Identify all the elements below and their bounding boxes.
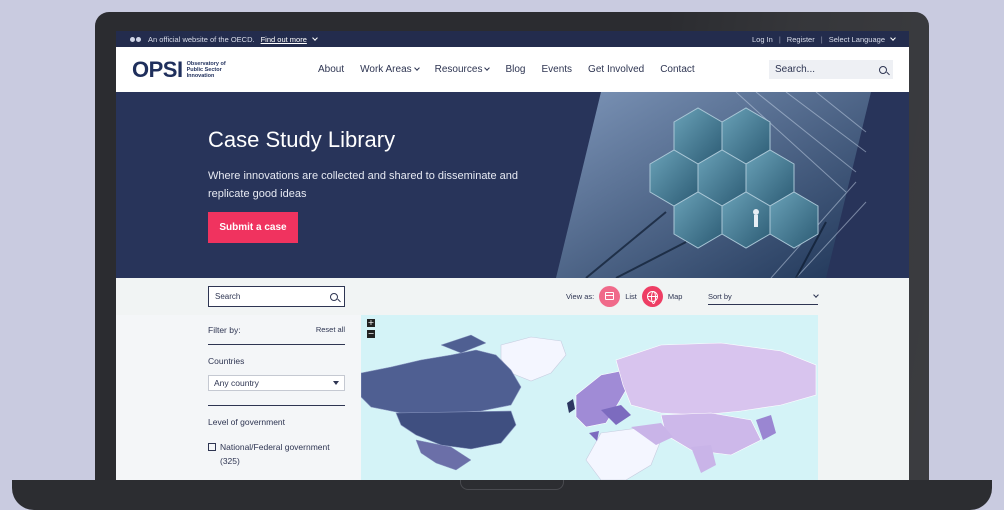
page-title: Case Study Library (208, 127, 396, 152)
hero-subtitle: Where innovations are collected and shar… (208, 170, 519, 200)
zoom-in-button[interactable]: + (367, 319, 375, 327)
separator: | (778, 34, 781, 44)
world-map[interactable]: + − (361, 315, 818, 480)
laptop-notch (460, 480, 564, 490)
list-view-icon[interactable] (599, 285, 621, 307)
view-as-label: View as: (566, 291, 595, 301)
zoom-out-button[interactable]: − (367, 330, 375, 338)
divider (208, 405, 345, 406)
nav-events[interactable]: Events (541, 64, 572, 75)
country-select[interactable]: Any country (208, 375, 345, 391)
select-language-dropdown[interactable]: Select Language (829, 35, 885, 44)
nav-get-involved[interactable]: Get Involved (588, 64, 644, 75)
filter-sidebar: Filter by: Reset all Countries Any count… (208, 315, 345, 468)
search-icon[interactable] (879, 65, 887, 74)
opsi-logo[interactable]: OPSI Observatory of Public Sector Innova… (132, 57, 247, 83)
telescope-mirror-image (556, 92, 871, 278)
level-of-government-heading: Level of government (208, 417, 286, 427)
chevron-down-icon (813, 292, 819, 298)
world-map-svg (361, 334, 817, 480)
case-search-input[interactable]: Search (208, 286, 345, 307)
map-region-russia[interactable] (615, 342, 817, 416)
site-search-placeholder: Search... (775, 64, 816, 75)
case-search-placeholder: Search (215, 292, 241, 301)
chevron-down-icon[interactable] (890, 34, 896, 41)
oecd-globe-icon (130, 35, 142, 43)
log-in-link[interactable]: Log In (752, 35, 773, 44)
oecd-top-bar: An official website of the OECD. Find ou… (116, 31, 909, 47)
filter-option[interactable]: National/Federal government (325) (208, 440, 345, 468)
sort-by-label: Sort by (708, 292, 732, 301)
site-search-input[interactable]: Search... (769, 60, 893, 79)
official-text: An official website of the OECD. (148, 34, 255, 44)
search-icon[interactable] (330, 292, 338, 301)
filter-by-label: Filter by: (208, 325, 241, 335)
checkbox[interactable] (208, 443, 216, 451)
browser-screen: An official website of the OECD. Find ou… (116, 31, 909, 480)
filter-option-label: National/Federal government (325) (220, 442, 330, 466)
find-out-more-link[interactable]: Find out more (261, 35, 307, 44)
logo-tagline: Observatory of Public Sector Innovation (186, 60, 226, 79)
filter-header: Filter by: Reset all (208, 315, 345, 345)
right-gutter (818, 315, 909, 480)
view-toggle: View as: List Map (566, 285, 682, 307)
main-nav: About Work Areas Resources Blog Events G… (318, 47, 695, 92)
logo-mark: OPSI (132, 56, 183, 82)
country-select-value: Any country (214, 378, 259, 388)
map-region-uk[interactable] (567, 399, 575, 413)
submit-case-button[interactable]: Submit a case (208, 212, 298, 243)
list-view-label[interactable]: List (625, 292, 637, 301)
nav-work-areas[interactable]: Work Areas (360, 64, 420, 75)
map-region-usa[interactable] (395, 410, 517, 450)
map-view-icon[interactable] (641, 285, 663, 307)
chevron-down-icon[interactable] (312, 34, 318, 41)
nav-about[interactable]: About (318, 64, 344, 75)
map-view-label[interactable]: Map (668, 292, 683, 301)
results-toolbar: Search View as: List Map Sort by (116, 278, 909, 315)
chevron-down-icon (413, 65, 420, 71)
map-region-north-america[interactable] (361, 349, 522, 414)
separator: | (820, 34, 823, 44)
caret-down-icon (333, 381, 339, 385)
nav-contact[interactable]: Contact (660, 64, 694, 75)
reset-all-button[interactable]: Reset all (316, 325, 345, 335)
account-links: Log In | Register | Select Language (752, 34, 896, 44)
site-header: OPSI Observatory of Public Sector Innova… (116, 47, 909, 92)
hero-banner: Case Study Library Where innovations are… (116, 92, 909, 278)
sort-by-dropdown[interactable]: Sort by (708, 289, 819, 305)
chevron-down-icon (484, 65, 491, 71)
countries-heading: Countries (208, 356, 245, 366)
official-notice: An official website of the OECD. Find ou… (130, 34, 318, 44)
register-link[interactable]: Register (787, 35, 815, 44)
nav-resources[interactable]: Resources (435, 64, 491, 75)
nav-blog[interactable]: Blog (505, 64, 525, 75)
